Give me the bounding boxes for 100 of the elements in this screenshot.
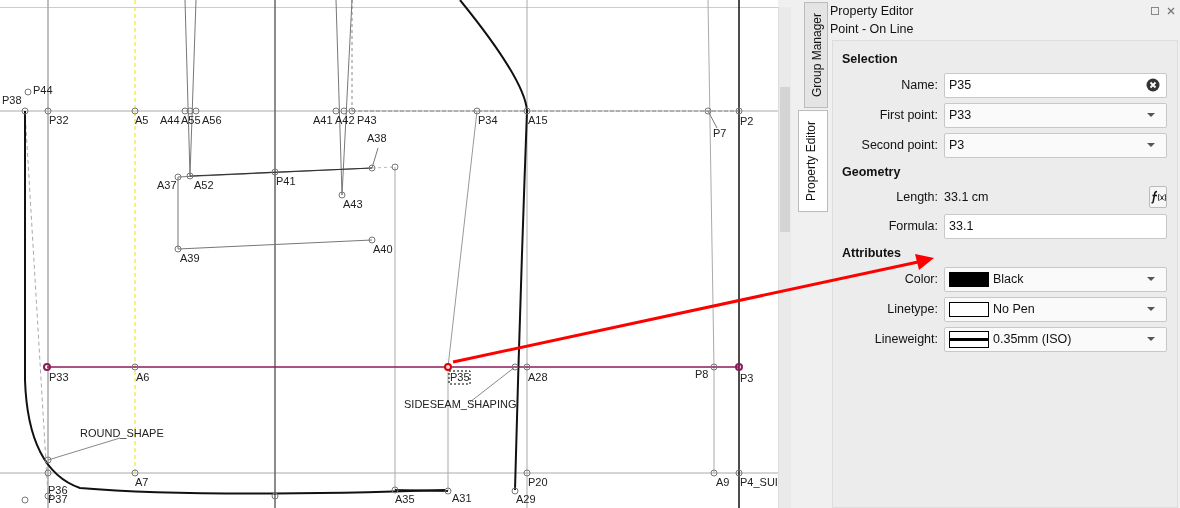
point-marker[interactable] — [444, 363, 452, 371]
scrollbar[interactable] — [778, 7, 791, 508]
caret-icon — [1146, 336, 1156, 342]
point-label[interactable]: P8 — [695, 368, 709, 380]
caret-icon — [1146, 142, 1156, 148]
point-label[interactable]: A37 — [157, 179, 177, 191]
point-marker[interactable] — [43, 363, 51, 371]
formula-button[interactable] — [1149, 186, 1167, 208]
point-label[interactable]: A28 — [528, 371, 548, 383]
point-label[interactable]: A38 — [367, 132, 387, 144]
point-marker[interactable] — [391, 163, 399, 171]
point-marker[interactable] — [340, 107, 348, 115]
point-marker[interactable] — [271, 492, 279, 500]
dropdown[interactable]: No Pen — [944, 296, 1167, 322]
point-marker[interactable] — [131, 469, 139, 477]
dropdown[interactable]: 0.35mm (ISO) — [944, 326, 1167, 352]
point-label[interactable]: P35 — [450, 371, 470, 383]
point-marker[interactable] — [348, 107, 356, 115]
point-label[interactable]: A42 — [335, 114, 355, 126]
point-marker[interactable] — [473, 107, 481, 115]
point-marker[interactable] — [391, 486, 399, 494]
text-field[interactable]: 33.1 — [944, 213, 1167, 239]
dropdown[interactable]: P3 — [944, 132, 1167, 158]
point-label[interactable]: A31 — [452, 492, 472, 504]
point-marker[interactable] — [368, 164, 376, 172]
text-field[interactable]: P35 — [944, 72, 1167, 98]
point-marker[interactable] — [710, 363, 718, 371]
point-label[interactable]: A9 — [716, 476, 730, 488]
point-label[interactable]: P34 — [478, 114, 498, 126]
point-marker[interactable] — [735, 107, 743, 115]
side-tab[interactable]: Property Editor — [798, 110, 828, 213]
point-marker[interactable] — [186, 172, 194, 180]
point-marker[interactable] — [21, 107, 29, 115]
point-label[interactable]: A56 — [202, 114, 222, 126]
formula-icon — [1150, 190, 1166, 204]
clear-icon[interactable] — [1146, 78, 1160, 92]
point-label[interactable]: A6 — [136, 371, 150, 383]
point-label[interactable]: P41 — [276, 175, 296, 187]
point-marker[interactable] — [704, 107, 712, 115]
point-marker[interactable] — [332, 107, 340, 115]
point-marker[interactable] — [511, 487, 519, 495]
float-icon[interactable] — [1150, 6, 1160, 16]
pattern-canvas[interactable]: P38 P44 P32 A5 A44A55A56 A41 A42 P43 P34 A15 P7 P2 A38 A37 A52 P41 A43 A39 A40 P33 A6 P35 A28 P8 P3 P36 A7 P20 A9 P4_SUI P37 A35 A31 A29 ROUND_SHAPE SIDESEAM_SHAPING — [0, 0, 778, 508]
section-heading: Geometry — [842, 165, 902, 179]
point-label[interactable]: P4_SUI — [740, 476, 778, 488]
point-marker[interactable] — [735, 363, 743, 371]
point-label[interactable]: P38 — [2, 94, 22, 106]
side-tab[interactable]: Group Manager — [804, 2, 828, 109]
point-label[interactable]: A39 — [180, 252, 200, 264]
field-label: First point: — [878, 108, 939, 122]
point-label[interactable]: P2 — [740, 115, 754, 127]
point-marker[interactable] — [444, 487, 452, 495]
point-label[interactable]: P33 — [49, 371, 69, 383]
point-label[interactable]: P43 — [357, 114, 377, 126]
point-label[interactable]: A5 — [135, 114, 149, 126]
point-marker[interactable] — [523, 363, 531, 371]
point-marker[interactable] — [368, 236, 376, 244]
point-marker[interactable] — [735, 469, 743, 477]
point-marker[interactable] — [186, 107, 194, 115]
close-icon[interactable] — [1166, 6, 1176, 16]
point-label[interactable]: A40 — [373, 243, 393, 255]
point-label[interactable]: A55 — [181, 114, 201, 126]
point-marker[interactable] — [44, 107, 52, 115]
point-marker[interactable] — [174, 173, 182, 181]
point-marker[interactable] — [523, 107, 531, 115]
field-label: Length: — [895, 190, 939, 204]
point-marker[interactable] — [511, 363, 519, 371]
point-label[interactable]: A7 — [135, 476, 149, 488]
point-marker[interactable] — [338, 191, 346, 199]
point-label[interactable]: P32 — [49, 114, 69, 126]
point-label[interactable]: P36 — [48, 484, 68, 496]
point-marker[interactable] — [44, 456, 52, 464]
point-marker[interactable] — [44, 469, 52, 477]
point-label[interactable]: A35 — [395, 493, 415, 505]
point-label[interactable]: A52 — [194, 179, 214, 191]
point-label[interactable]: A29 — [516, 493, 536, 505]
point-marker[interactable] — [174, 245, 182, 253]
point-label[interactable]: A41 — [313, 114, 333, 126]
point-marker[interactable] — [192, 107, 200, 115]
point-marker[interactable] — [710, 469, 718, 477]
point-marker[interactable] — [181, 107, 189, 115]
section-heading: Selection — [842, 52, 899, 66]
point-label[interactable]: A43 — [343, 198, 363, 210]
point-label[interactable]: P3 — [740, 372, 754, 384]
field-label: Lineweight: — [873, 332, 939, 346]
point-marker[interactable] — [271, 168, 279, 176]
point-marker[interactable] — [131, 363, 139, 371]
point-label[interactable]: A44 — [160, 114, 180, 126]
point-label[interactable]: A15 — [528, 114, 548, 126]
point-label[interactable]: P44 — [33, 84, 53, 96]
point-label[interactable]: P7 — [713, 127, 727, 139]
point-marker[interactable] — [24, 88, 32, 96]
dropdown[interactable]: Black — [944, 266, 1167, 292]
selection-box — [448, 370, 471, 385]
point-label[interactable]: P20 — [528, 476, 548, 488]
point-marker[interactable] — [21, 496, 29, 504]
point-marker[interactable] — [523, 469, 531, 477]
point-marker[interactable] — [131, 107, 139, 115]
point-label[interactable]: P37 — [48, 493, 68, 505]
dropdown[interactable]: P33 — [944, 102, 1167, 128]
